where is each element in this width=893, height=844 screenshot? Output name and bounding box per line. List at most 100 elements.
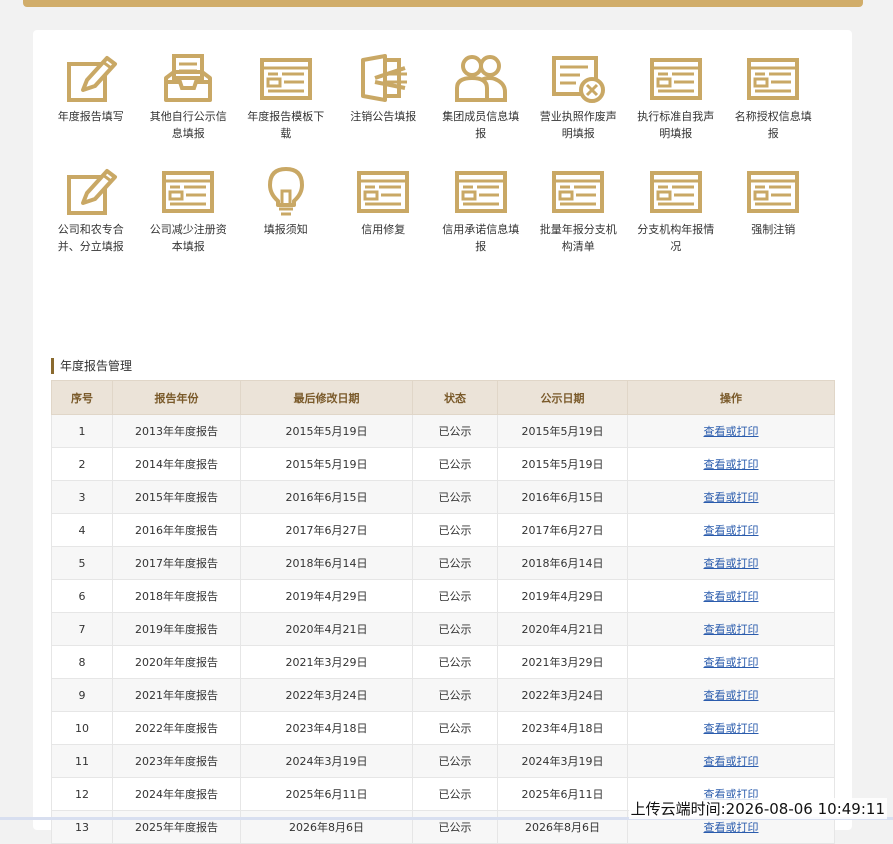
publish-date-cell: 2017年6月27日 [497,513,628,547]
last-modified-date-cell: 2019年4月29日 [240,579,413,613]
table-row: 6 2018年年度报告 2019年4月29日 已公示 2019年4月29日 查看或打印 [51,579,835,613]
edit-icon [66,56,117,102]
function-label: 其他自行公示信息填报 [149,110,227,140]
publish-date-cell: 2020年4月21日 [497,612,628,646]
publish-date-cell: 2015年5月19日 [497,414,628,448]
status-cell: 已公示 [412,579,498,613]
row-number-cell: 10 [51,711,113,745]
status-cell: 已公示 [412,513,498,547]
column-header: 状态 [412,380,498,415]
table-row: 2 2014年年度报告 2015年5月19日 已公示 2015年5月19日 查看或打印 [51,447,835,481]
function-item[interactable]: 注销公告填报 [335,52,433,165]
table-row: 7 2019年年度报告 2020年4月21日 已公示 2020年4月21日 查看或打印 [51,612,835,646]
view-or-print-link[interactable]: 查看或打印 [704,590,759,603]
function-item[interactable]: 信用修复 [335,165,433,278]
report-year-cell: 2021年年度报告 [112,678,241,712]
operation-cell: 查看或打印 [627,447,835,481]
function-label: 集团成员信息填报 [442,110,520,140]
form-template-icon [747,171,800,213]
table-row: 9 2021年年度报告 2022年3月24日 已公示 2022年3月24日 查看或打印 [51,678,835,712]
function-item[interactable]: 执行标准自我声明填报 [627,52,725,165]
section-title: 年度报告管理 [51,358,132,374]
report-year-cell: 2018年年度报告 [112,579,241,613]
view-or-print-link[interactable]: 查看或打印 [704,623,759,636]
table-row: 10 2022年年度报告 2023年4月18日 已公示 2023年4月18日 查看或打印 [51,711,835,745]
function-label: 填报须知 [263,223,308,236]
last-modified-date-cell: 2017年6月27日 [240,513,413,547]
publish-date-cell: 2016年6月15日 [497,480,628,514]
function-label: 年度报告填写 [57,110,124,123]
view-or-print-link[interactable]: 查看或打印 [704,425,759,438]
view-or-print-link[interactable]: 查看或打印 [704,656,759,669]
view-or-print-link[interactable]: 查看或打印 [704,689,759,702]
inbox-tray-icon [164,54,213,102]
status-cell: 已公示 [412,612,498,646]
license-void-icon [552,56,606,103]
group-members-icon [454,55,507,102]
function-item[interactable]: 强制注销 [725,165,823,278]
form-template-icon [357,171,410,213]
last-modified-date-cell: 2015年5月19日 [240,414,413,448]
publish-date-cell: 2019年4月29日 [497,579,628,613]
report-year-cell: 2023年年度报告 [112,744,241,778]
view-or-print-link[interactable]: 查看或打印 [704,722,759,735]
row-number-cell: 3 [51,480,113,514]
view-or-print-link[interactable]: 查看或打印 [704,458,759,471]
status-cell: 已公示 [412,711,498,745]
status-cell: 已公示 [412,810,498,844]
row-number-cell: 12 [51,777,113,811]
operation-cell: 查看或打印 [627,711,835,745]
table-row: 11 2023年年度报告 2024年3月19日 已公示 2024年3月19日 查看或打印 [51,744,835,778]
publish-date-cell: 2026年8月6日 [497,810,628,844]
operation-cell: 查看或打印 [627,414,835,448]
function-label: 强制注销 [751,223,796,236]
table-row: 5 2017年年度报告 2018年6月14日 已公示 2018年6月14日 查看或打印 [51,546,835,580]
operation-cell: 查看或打印 [627,546,835,580]
edit-icon [66,169,117,215]
function-item[interactable]: 年度报告填写 [42,52,140,165]
last-modified-date-cell: 2016年6月15日 [240,480,413,514]
view-or-print-link[interactable]: 查看或打印 [704,557,759,570]
function-item[interactable]: 填报须知 [237,165,335,278]
row-number-cell: 13 [51,810,113,844]
annual-report-table: 序号 报告年份 最后修改日期 状态 公示日期 操作 1 2013年年度报告 2015… [51,380,835,844]
function-label: 信用承诺信息填报 [442,223,520,253]
function-item[interactable]: 分支机构年报情况 [627,165,725,278]
function-item[interactable]: 批量年报分支机构清单 [530,165,628,278]
view-or-print-link[interactable]: 查看或打印 [704,524,759,537]
table-header-row: 序号 报告年份 最后修改日期 状态 公示日期 操作 [51,380,835,415]
publish-date-cell: 2023年4月18日 [497,711,628,745]
function-item[interactable]: 集团成员信息填报 [432,52,530,165]
function-item[interactable]: 公司减少注册资本填报 [140,165,238,278]
function-item[interactable]: 其他自行公示信息填报 [140,52,238,165]
column-header: 公示日期 [497,380,628,415]
table-row: 1 2013年年度报告 2015年5月19日 已公示 2015年5月19日 查看或打印 [51,414,835,448]
function-item[interactable]: 公司和农专合并、分立填报 [42,165,140,278]
form-template-icon [259,58,312,100]
last-modified-date-cell: 2022年3月24日 [240,678,413,712]
function-item[interactable]: 年度报告模板下载 [237,52,335,165]
function-item[interactable]: 信用承诺信息填报 [432,165,530,278]
function-label: 公司减少注册资本填报 [149,223,227,253]
status-cell: 已公示 [412,546,498,580]
last-modified-date-cell: 2023年4月18日 [240,711,413,745]
form-template-icon [552,171,605,213]
view-or-print-link[interactable]: 查看或打印 [704,491,759,504]
function-label: 信用修复 [361,223,406,236]
publish-date-cell: 2015年5月19日 [497,447,628,481]
publish-date-cell: 2022年3月24日 [497,678,628,712]
publish-date-cell: 2021年3月29日 [497,645,628,679]
view-or-print-link[interactable]: 查看或打印 [704,755,759,768]
row-number-cell: 7 [51,612,113,646]
function-item[interactable]: 名称授权信息填报 [725,52,823,165]
form-template-icon [649,171,702,213]
function-item[interactable]: 营业执照作废声明填报 [530,52,628,165]
status-cell: 已公示 [412,744,498,778]
report-year-cell: 2025年年度报告 [112,810,241,844]
last-modified-date-cell: 2021年3月29日 [240,645,413,679]
row-number-cell: 8 [51,645,113,679]
status-cell: 已公示 [412,414,498,448]
last-modified-date-cell: 2026年8月6日 [240,810,413,844]
last-modified-date-cell: 2018年6月14日 [240,546,413,580]
operation-cell: 查看或打印 [627,645,835,679]
